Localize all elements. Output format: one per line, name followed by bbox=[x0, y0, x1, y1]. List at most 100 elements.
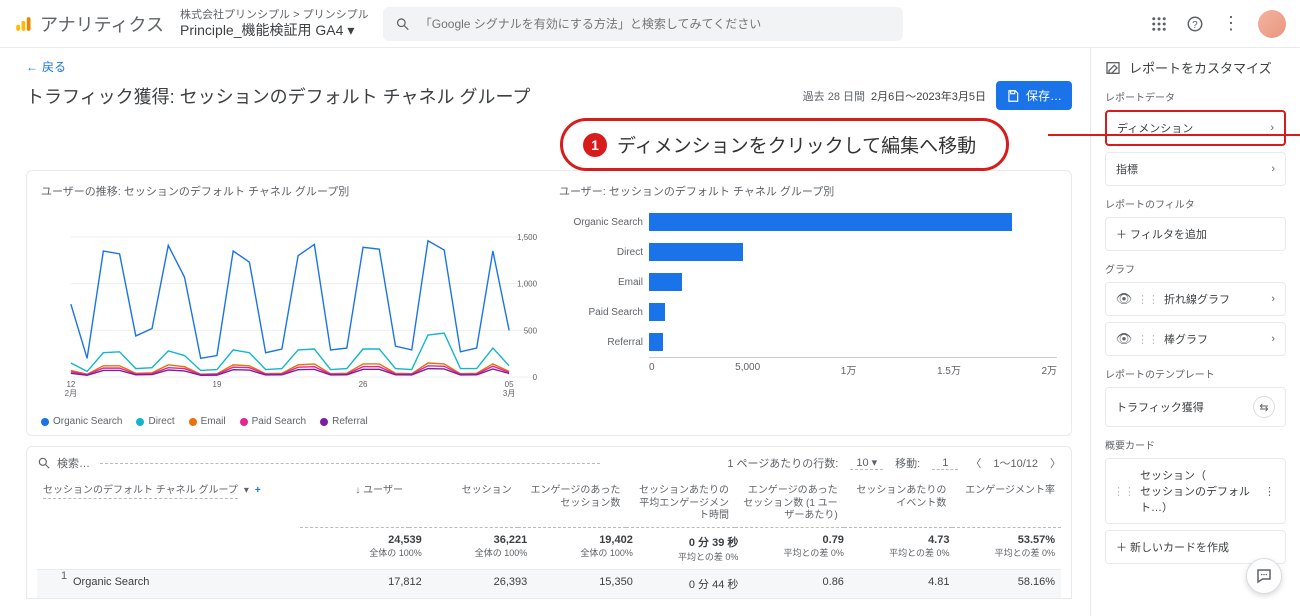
bar-row: Organic Search bbox=[559, 207, 1057, 237]
avatar[interactable] bbox=[1258, 10, 1286, 38]
line-chart-row[interactable]: 👁 ⋮⋮ 折れ線グラフ › bbox=[1105, 282, 1286, 316]
rows-per-page-label: 1 ページあたりの行数: bbox=[727, 455, 838, 471]
app-header: アナリティクス 株式会社プリンシプル > プリンシプル Principle_機能… bbox=[0, 0, 1300, 48]
feedback-button[interactable] bbox=[1246, 558, 1282, 594]
page-prev-icon[interactable]: 〈 bbox=[970, 455, 981, 471]
annotation-number: 1 bbox=[583, 133, 607, 157]
save-button[interactable]: 保存… bbox=[996, 81, 1072, 110]
eye-icon[interactable]: 👁 bbox=[1116, 331, 1132, 347]
date-range-label: 過去 28 日間 bbox=[803, 88, 865, 104]
add-dimension-icon[interactable]: + bbox=[255, 485, 261, 498]
metric-row[interactable]: 指標 › bbox=[1105, 152, 1286, 186]
section-template-label: レポートのテンプレート bbox=[1105, 366, 1286, 381]
search-icon bbox=[395, 16, 410, 32]
table-search[interactable]: 検索… bbox=[37, 455, 90, 471]
more-icon[interactable]: ⋮ bbox=[1264, 485, 1275, 498]
back-arrow-icon: ← bbox=[26, 60, 38, 74]
line-chart-panel: ユーザーの推移: セッションのデフォルト チャネル グループ別 0 500 1,00… bbox=[41, 183, 539, 427]
annotation-callout: 1 ディメンションをクリックして編集へ移動 bbox=[560, 118, 1009, 171]
add-filter-button[interactable]: ＋ フィルタを追加 bbox=[1105, 217, 1286, 251]
analytics-logo-icon bbox=[14, 15, 32, 33]
caret-down-icon: ▾ bbox=[347, 22, 354, 38]
save-icon bbox=[1006, 89, 1020, 103]
section-filter-label: レポートのフィルタ bbox=[1105, 196, 1286, 211]
eye-icon[interactable]: 👁 bbox=[1116, 291, 1132, 307]
date-range-value: 2月6日～2023年3月5日 bbox=[871, 88, 986, 104]
svg-text:500: 500 bbox=[524, 326, 538, 335]
back-label: 戻る bbox=[42, 58, 66, 75]
legend-item[interactable]: Organic Search bbox=[41, 416, 122, 427]
bar-chart-title: ユーザー: セッションのデフォルト チャネル グループ別 bbox=[559, 183, 1057, 199]
section-chart-label: グラフ bbox=[1105, 261, 1286, 276]
svg-text:26: 26 bbox=[359, 380, 368, 389]
bar-chart: Organic SearchDirectEmailPaid SearchRefe… bbox=[559, 207, 1057, 407]
chevron-right-icon: › bbox=[1271, 163, 1275, 175]
summary-card-title: セッション（ セッションのデフォルト…） bbox=[1140, 467, 1256, 515]
svg-text:19: 19 bbox=[213, 380, 222, 389]
legend-item[interactable]: Paid Search bbox=[240, 416, 306, 427]
more-icon[interactable]: ⋮ bbox=[1222, 13, 1240, 34]
goto-input[interactable]: 1 bbox=[932, 457, 958, 470]
svg-text:3月: 3月 bbox=[503, 389, 515, 398]
svg-text:1,500: 1,500 bbox=[517, 233, 537, 242]
legend-item[interactable]: Direct bbox=[136, 416, 174, 427]
bar-row: Paid Search bbox=[559, 297, 1057, 327]
chat-icon bbox=[1255, 567, 1273, 585]
svg-text:?: ? bbox=[1192, 19, 1198, 30]
property-name: Principle_機能検証用 GA4 bbox=[180, 22, 343, 38]
save-label: 保存… bbox=[1026, 87, 1062, 104]
rows-per-page-select[interactable]: 10 ▾ bbox=[850, 456, 883, 470]
help-icon[interactable]: ? bbox=[1186, 15, 1204, 33]
template-name: トラフィック獲得 bbox=[1116, 399, 1204, 415]
chevron-right-icon: › bbox=[1271, 293, 1275, 305]
template-row[interactable]: トラフィック獲得 ⇆ bbox=[1105, 387, 1286, 427]
annotation-text: ディメンションをクリックして編集へ移動 bbox=[617, 131, 976, 158]
apps-icon[interactable] bbox=[1150, 15, 1168, 33]
date-range-picker[interactable]: 過去 28 日間 2月6日～2023年3月5日 bbox=[803, 88, 986, 104]
svg-text:05: 05 bbox=[505, 380, 514, 389]
customize-icon bbox=[1105, 60, 1121, 76]
svg-text:12: 12 bbox=[66, 380, 75, 389]
section-card-label: 概要カード bbox=[1105, 437, 1286, 452]
table-search-label: 検索… bbox=[57, 455, 90, 471]
svg-text:2月: 2月 bbox=[65, 389, 77, 398]
product-logo: アナリティクス bbox=[14, 11, 164, 37]
account-breadcrumb: 株式会社プリンシプル > プリンシプル bbox=[180, 9, 369, 22]
search-icon bbox=[37, 456, 51, 470]
bar-chart-panel: ユーザー: セッションのデフォルト チャネル グループ別 Organic Sea… bbox=[559, 183, 1057, 427]
bar-row: Direct bbox=[559, 237, 1057, 267]
metric-label: 指標 bbox=[1116, 161, 1138, 177]
drag-handle-icon[interactable]: ⋮⋮ bbox=[1140, 331, 1156, 347]
svg-text:1,000: 1,000 bbox=[517, 280, 537, 289]
drag-handle-icon[interactable]: ⋮⋮ bbox=[1116, 483, 1132, 499]
back-link[interactable]: ← 戻る bbox=[26, 58, 1072, 75]
section-data-label: レポートデータ bbox=[1105, 89, 1286, 104]
line-chart: 0 500 1,000 1,500 122月 19 26 053月 bbox=[41, 207, 539, 407]
line-chart-title: ユーザーの推移: セッションのデフォルト チャネル グループ別 bbox=[41, 183, 539, 199]
product-name: アナリティクス bbox=[40, 11, 164, 37]
search-bar[interactable] bbox=[383, 7, 903, 41]
chevron-right-icon: › bbox=[1270, 122, 1274, 134]
legend-item[interactable]: Referral bbox=[320, 416, 368, 427]
bar-chart-row[interactable]: 👁 ⋮⋮ 棒グラフ › bbox=[1105, 322, 1286, 356]
dimension-row[interactable]: ディメンション › bbox=[1105, 110, 1286, 146]
bar-chart-label: 棒グラフ bbox=[1164, 331, 1208, 347]
bar-row: Email bbox=[559, 267, 1057, 297]
search-input[interactable] bbox=[420, 17, 891, 31]
data-table: 検索… 1 ページあたりの行数: 10 ▾ 移動: 1 〈 1～10/12 〉 … bbox=[26, 446, 1072, 599]
summary-card-row[interactable]: ⋮⋮ セッション（ セッションのデフォルト…） ⋮ bbox=[1105, 458, 1286, 524]
page-next-icon[interactable]: 〉 bbox=[1050, 455, 1061, 471]
goto-label: 移動: bbox=[895, 455, 920, 471]
page-range: 1～10/12 bbox=[993, 455, 1038, 471]
bar-row: Referral bbox=[559, 327, 1057, 357]
customize-title: レポートをカスタマイズ bbox=[1105, 58, 1286, 77]
property-selector[interactable]: 株式会社プリンシプル > プリンシプル Principle_機能検証用 GA4▾ bbox=[180, 9, 369, 38]
page-title: トラフィック獲得: セッションのデフォルト チャネル グループ bbox=[26, 83, 530, 109]
annotation-connector bbox=[1048, 134, 1300, 136]
chevron-right-icon: › bbox=[1271, 333, 1275, 345]
drag-handle-icon[interactable]: ⋮⋮ bbox=[1140, 291, 1156, 307]
svg-text:0: 0 bbox=[533, 373, 538, 382]
line-chart-label: 折れ線グラフ bbox=[1164, 291, 1230, 307]
unlink-icon[interactable]: ⇆ bbox=[1253, 396, 1275, 418]
legend-item[interactable]: Email bbox=[189, 416, 226, 427]
